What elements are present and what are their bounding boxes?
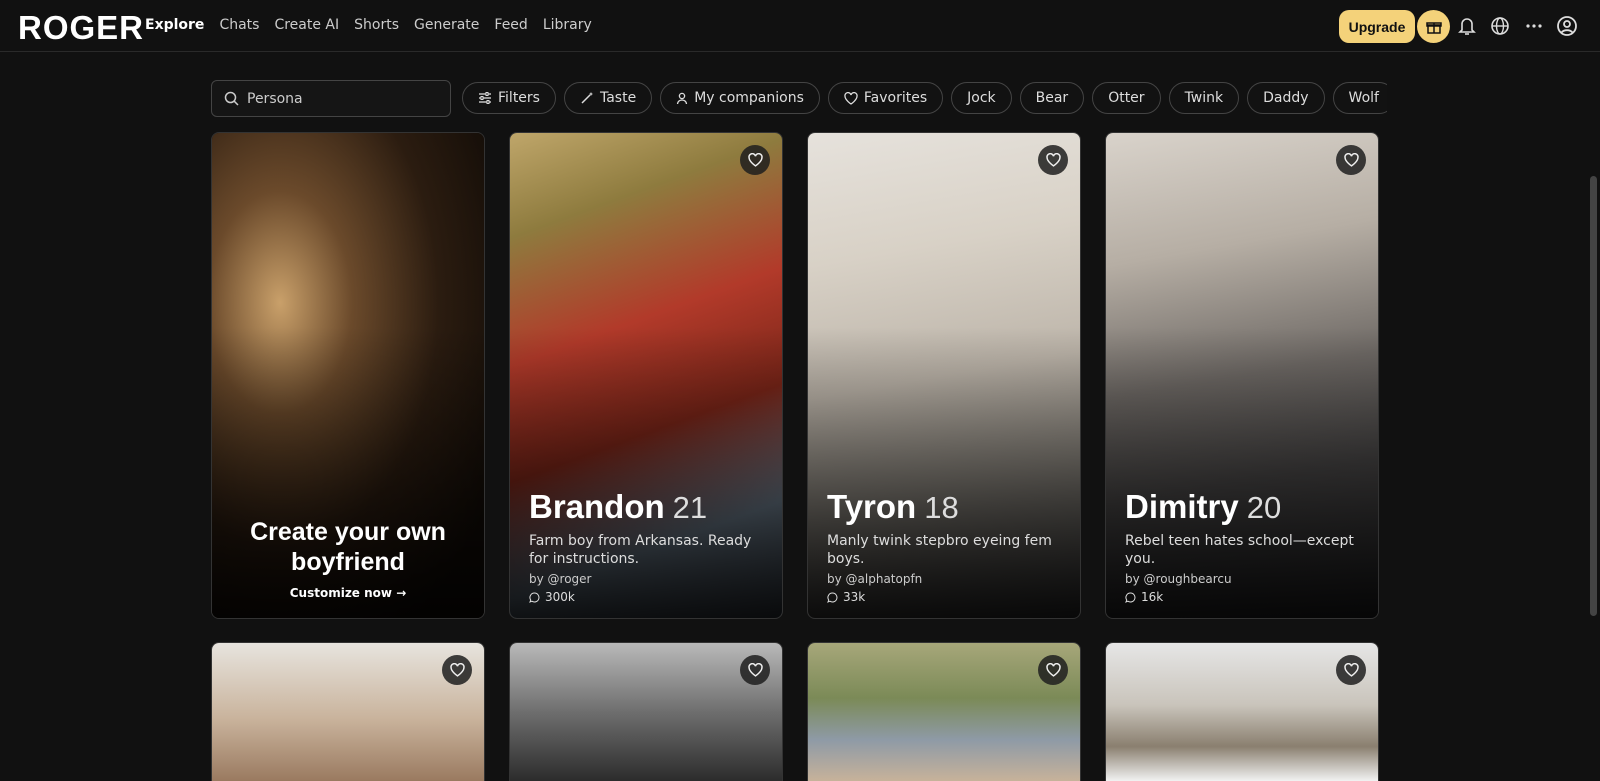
companion-description: Manly twink stepbro eyeing fem boys.	[827, 533, 1052, 567]
more-icon[interactable]	[1522, 14, 1546, 38]
chat-bubble-icon	[529, 591, 540, 603]
filter-bar: Filters Taste My companions Favorites Jo…	[462, 82, 1387, 114]
tag-jock[interactable]: Jock	[951, 82, 1012, 114]
customize-now-link[interactable]: Customize now →	[212, 586, 484, 600]
arrow-right-icon: →	[396, 586, 407, 600]
page-scrollbar[interactable]	[1590, 176, 1597, 616]
companion-info: Tyron 18 Manly twink stepbro eyeing fem b…	[827, 488, 1062, 604]
companion-author[interactable]: by @alphatopfn	[827, 572, 1062, 586]
companion-info: Dimitry 20 Rebel teen hates school—except…	[1125, 488, 1360, 604]
companion-card[interactable]: Brandon 21 Farm boy from Arkansas. Ready …	[509, 132, 783, 619]
companion-card[interactable]	[807, 642, 1081, 781]
companion-age: 20	[1246, 490, 1282, 525]
upgrade-button[interactable]: Upgrade	[1339, 10, 1415, 43]
filters-label: Filters	[498, 90, 540, 106]
chat-count: 33k	[827, 590, 1062, 604]
companion-description: Rebel teen hates school—except you.	[1125, 533, 1354, 567]
nav-explore[interactable]: Explore	[145, 17, 204, 33]
favorite-heart-icon[interactable]	[442, 655, 472, 685]
favorites-label: Favorites	[863, 90, 928, 106]
companion-name: Brandon	[529, 488, 665, 525]
companion-card[interactable]	[211, 642, 485, 781]
companion-name: Tyron	[827, 488, 917, 525]
companion-author[interactable]: by @roger	[529, 572, 764, 586]
heart-icon	[844, 91, 858, 105]
my-companions-label: My companions	[694, 90, 804, 106]
favorite-heart-icon[interactable]	[1038, 655, 1068, 685]
companion-age: 21	[672, 490, 708, 525]
tag-twink[interactable]: Twink	[1168, 82, 1240, 114]
globe-icon[interactable]	[1488, 14, 1512, 38]
main-nav: Explore Chats Create AI Shorts Generate …	[145, 17, 592, 33]
sliders-icon	[479, 92, 491, 104]
my-companions-button[interactable]: My companions	[660, 82, 820, 114]
companion-description: Farm boy from Arkansas. Ready for instru…	[529, 533, 752, 567]
wand-icon	[581, 92, 593, 104]
favorite-heart-icon[interactable]	[1038, 145, 1068, 175]
chat-count: 300k	[529, 590, 764, 604]
filters-button[interactable]: Filters	[462, 82, 556, 114]
create-boyfriend-card[interactable]: Create your own boyfriend Customize now …	[211, 132, 485, 619]
chat-count: 16k	[1125, 590, 1360, 604]
companion-info: Brandon 21 Farm boy from Arkansas. Ready …	[529, 488, 764, 604]
companion-card[interactable]: Dimitry 20 Rebel teen hates school—except…	[1105, 132, 1379, 619]
nav-chats[interactable]: Chats	[219, 17, 259, 33]
companion-card[interactable]	[509, 642, 783, 781]
nav-create-ai[interactable]: Create AI	[274, 17, 339, 33]
search-box[interactable]	[211, 80, 451, 117]
nav-feed[interactable]: Feed	[494, 17, 527, 33]
tag-daddy[interactable]: Daddy	[1247, 82, 1325, 114]
bell-icon[interactable]	[1455, 14, 1479, 38]
taste-label: Taste	[599, 90, 637, 106]
top-bar: ROGER Explore Chats Create AI Shorts Gen…	[0, 0, 1600, 52]
person-icon	[677, 92, 688, 104]
favorites-button[interactable]: Favorites	[827, 82, 944, 114]
chat-bubble-icon	[1125, 591, 1136, 603]
tag-bear[interactable]: Bear	[1019, 82, 1085, 114]
favorite-heart-icon[interactable]	[740, 145, 770, 175]
companion-card[interactable]	[1105, 642, 1379, 781]
tag-otter[interactable]: Otter	[1092, 82, 1161, 114]
logo[interactable]: ROGER	[18, 9, 144, 47]
search-icon	[224, 91, 239, 106]
nav-shorts[interactable]: Shorts	[354, 17, 399, 33]
companion-name: Dimitry	[1125, 488, 1239, 525]
companion-age: 18	[924, 490, 959, 525]
tag-wolf[interactable]: Wolf	[1332, 82, 1387, 114]
companion-author[interactable]: by @roughbearcu	[1125, 572, 1360, 586]
companion-card[interactable]: Tyron 18 Manly twink stepbro eyeing fem b…	[807, 132, 1081, 619]
account-icon[interactable]	[1555, 14, 1579, 38]
nav-library[interactable]: Library	[543, 17, 592, 33]
create-card-title: Create your own boyfriend	[250, 518, 446, 576]
taste-button[interactable]: Taste	[563, 82, 653, 114]
favorite-heart-icon[interactable]	[740, 655, 770, 685]
search-input[interactable]	[247, 90, 437, 107]
nav-generate[interactable]: Generate	[414, 17, 479, 33]
favorite-heart-icon[interactable]	[1336, 655, 1366, 685]
gift-icon[interactable]	[1417, 10, 1450, 43]
favorite-heart-icon[interactable]	[1336, 145, 1366, 175]
chat-bubble-icon	[827, 591, 838, 603]
